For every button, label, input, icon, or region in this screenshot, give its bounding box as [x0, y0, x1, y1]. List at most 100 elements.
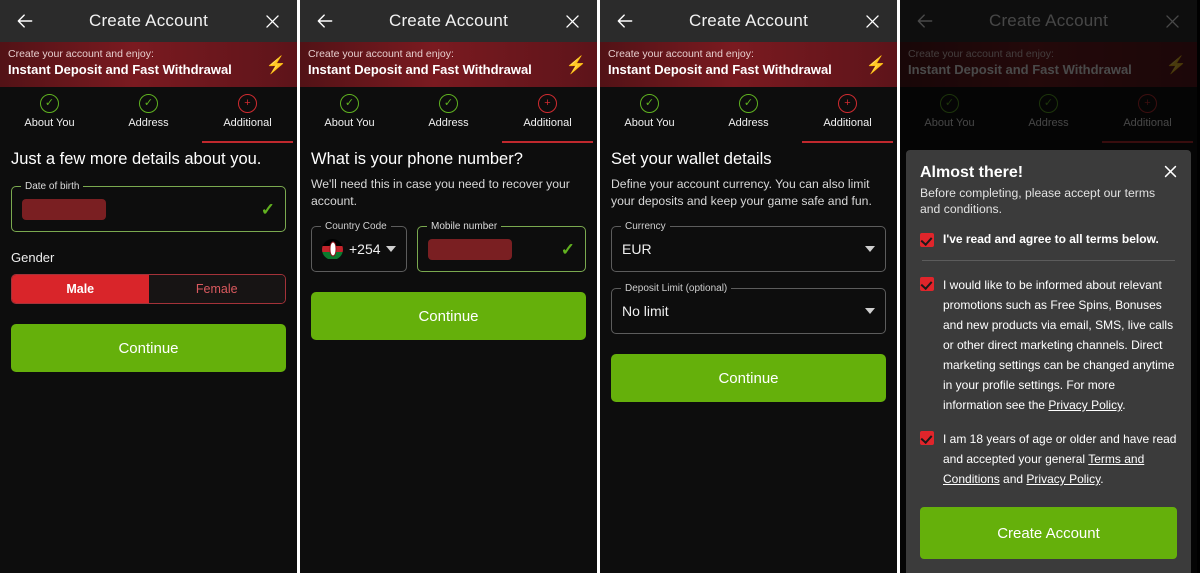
step-about-you[interactable]: ✓ About You: [300, 94, 399, 139]
close-icon[interactable]: [1161, 162, 1179, 180]
promo-line-1: Create your account and enjoy:: [8, 47, 285, 61]
currency-select[interactable]: Currency EUR: [611, 226, 886, 272]
date-of-birth-label: Date of birth: [21, 180, 83, 193]
panel-headline: Just a few more details about you.: [11, 149, 286, 170]
date-of-birth-field[interactable]: Date of birth ✓: [11, 186, 286, 232]
terms-modal: Almost there! Before completing, please …: [906, 150, 1191, 573]
promo-line-2: Instant Deposit and Fast Withdrawal: [8, 61, 285, 78]
step-additional[interactable]: + Additional: [198, 94, 297, 139]
privacy-policy-link[interactable]: Privacy Policy: [1026, 472, 1100, 486]
app-bar: Create Account: [0, 0, 297, 42]
step-additional[interactable]: + Additional: [798, 94, 897, 139]
active-step-underline: [802, 141, 893, 143]
kenya-flag-icon: [322, 239, 343, 260]
gender-option-male[interactable]: Male: [12, 275, 149, 303]
currency-value: EUR: [622, 241, 865, 257]
checkbox-checked-icon[interactable]: [920, 431, 934, 445]
panel-terms-modal: Create Account Create your account and e…: [900, 0, 1197, 573]
page-title: Create Account: [338, 11, 559, 31]
deposit-limit-label: Deposit Limit (optional): [621, 282, 731, 295]
step-label: Additional: [223, 117, 271, 129]
panel-phone-number: Create Account Create your account and e…: [300, 0, 597, 573]
country-code-select[interactable]: Country Code +254: [311, 226, 407, 272]
check-circle-icon: ✓: [640, 94, 659, 113]
continue-button[interactable]: Continue: [311, 292, 586, 340]
step-about-you[interactable]: ✓ About You: [0, 94, 99, 139]
create-account-button[interactable]: Create Account: [920, 507, 1177, 559]
panel-wallet-details: Create Account Create your account and e…: [600, 0, 897, 573]
continue-button[interactable]: Continue: [11, 324, 286, 372]
checkbox-row-age[interactable]: I am 18 years of age or older and have r…: [920, 429, 1177, 489]
checkbox-text-part: I would like to be informed about releva…: [943, 278, 1174, 412]
checkbox-row-terms[interactable]: I've read and agree to all terms below.: [920, 231, 1177, 247]
step-label: Address: [428, 117, 468, 129]
page-title: Create Account: [638, 11, 859, 31]
step-address[interactable]: ✓ Address: [699, 94, 798, 139]
checkbox-checked-icon[interactable]: [920, 233, 934, 247]
continue-button[interactable]: Continue: [611, 354, 886, 402]
modal-subtitle: Before completing, please accept our ter…: [920, 185, 1177, 217]
gender-option-female[interactable]: Female: [149, 275, 286, 303]
chevron-down-icon: [386, 246, 396, 252]
lightning-bolt-icon: ⚡: [866, 56, 887, 73]
country-code-value: +254: [349, 241, 381, 257]
app-bar: Create Account: [600, 0, 897, 42]
redacted-value: [22, 199, 106, 220]
check-circle-icon: ✓: [439, 94, 458, 113]
panel-content: Just a few more details about you. Date …: [0, 139, 297, 372]
step-address[interactable]: ✓ Address: [399, 94, 498, 139]
chevron-down-icon: [865, 308, 875, 314]
deposit-limit-select[interactable]: Deposit Limit (optional) No limit: [611, 288, 886, 334]
privacy-policy-link[interactable]: Privacy Policy: [1048, 398, 1122, 412]
checkbox-label: I am 18 years of age or older and have r…: [943, 429, 1177, 489]
checkbox-label: I would like to be informed about releva…: [943, 275, 1177, 415]
modal-title: Almost there!: [920, 164, 1177, 182]
checkbox-checked-icon[interactable]: [920, 277, 934, 291]
close-icon[interactable]: [259, 8, 285, 34]
panel-headline: Set your wallet details: [611, 149, 886, 170]
mobile-number-field[interactable]: Mobile number ✓: [417, 226, 586, 272]
back-arrow-icon[interactable]: [312, 8, 338, 34]
active-step-underline: [202, 141, 293, 143]
promo-line-1: Create your account and enjoy:: [308, 47, 585, 61]
currency-label: Currency: [621, 220, 670, 233]
back-arrow-icon[interactable]: [12, 8, 38, 34]
step-label: About You: [324, 117, 374, 129]
check-circle-icon: ✓: [739, 94, 758, 113]
step-label: About You: [24, 117, 74, 129]
promo-line-1: Create your account and enjoy:: [608, 47, 885, 61]
promo-banner: Create your account and enjoy: Instant D…: [600, 42, 897, 87]
mobile-number-label: Mobile number: [427, 220, 501, 233]
step-additional[interactable]: + Additional: [498, 94, 597, 139]
step-label: Address: [128, 117, 168, 129]
close-icon[interactable]: [859, 8, 885, 34]
step-label: About You: [624, 117, 674, 129]
step-indicator: ✓ About You ✓ Address + Additional: [600, 87, 897, 139]
lightning-bolt-icon: ⚡: [266, 56, 287, 73]
step-about-you[interactable]: ✓ About You: [600, 94, 699, 139]
gender-toggle[interactable]: Male Female: [11, 274, 286, 304]
checkbox-row-marketing[interactable]: I would like to be informed about releva…: [920, 275, 1177, 415]
plus-circle-icon: +: [238, 94, 257, 113]
step-indicator: ✓ About You ✓ Address + Additional: [0, 87, 297, 139]
valid-check-icon: ✓: [561, 241, 575, 258]
panel-subtext: Define your account currency. You can al…: [611, 176, 886, 210]
panel-headline: What is your phone number?: [311, 149, 586, 170]
close-icon[interactable]: [559, 8, 585, 34]
promo-line-2: Instant Deposit and Fast Withdrawal: [308, 61, 585, 78]
check-circle-icon: ✓: [139, 94, 158, 113]
promo-line-2: Instant Deposit and Fast Withdrawal: [608, 61, 885, 78]
panel-content: What is your phone number? We'll need th…: [300, 139, 597, 340]
screenshot-strip: Create Account Create your account and e…: [0, 0, 1200, 573]
step-address[interactable]: ✓ Address: [99, 94, 198, 139]
check-circle-icon: ✓: [40, 94, 59, 113]
modal-divider: [922, 260, 1175, 261]
back-arrow-icon[interactable]: [612, 8, 638, 34]
active-step-underline: [502, 141, 593, 143]
checkbox-label: I've read and agree to all terms below.: [943, 231, 1159, 247]
checkbox-text-part: .: [1122, 398, 1125, 412]
panel-additional-details: Create Account Create your account and e…: [0, 0, 297, 573]
panel-content: Set your wallet details Define your acco…: [600, 139, 897, 402]
step-label: Address: [728, 117, 768, 129]
deposit-limit-value: No limit: [622, 303, 865, 319]
